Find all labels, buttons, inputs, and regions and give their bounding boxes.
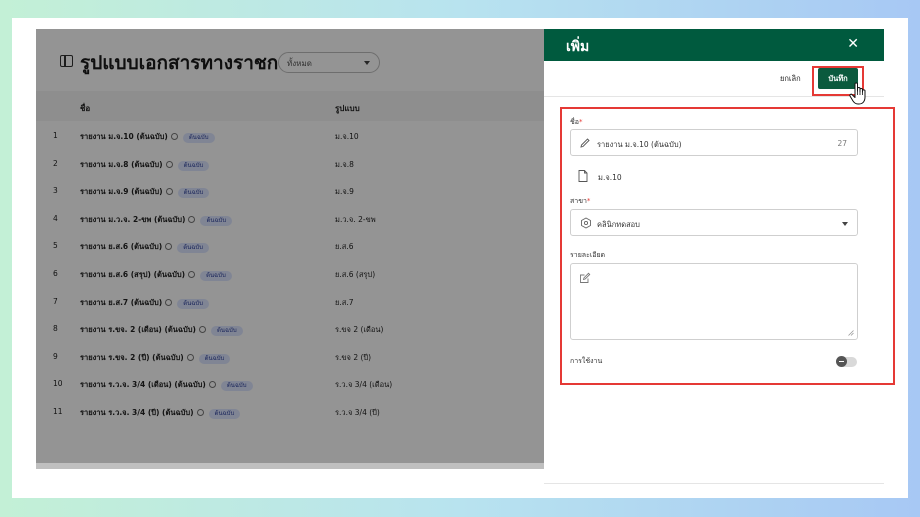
- required-mark: *: [586, 197, 591, 205]
- drawer-header: เพิ่ม ✕: [544, 29, 884, 61]
- required-mark: *: [578, 118, 583, 126]
- resize-grip-icon[interactable]: [848, 330, 854, 336]
- branch-value: คลินิกทดสอบ: [597, 220, 640, 229]
- drawer-title: เพิ่ม: [566, 39, 590, 55]
- modal-overlay[interactable]: [36, 29, 545, 463]
- clinic-icon: [581, 217, 591, 229]
- file-name: ม.จ.10: [598, 173, 622, 182]
- overlay-shadow: [36, 463, 545, 469]
- active-label: การใช้งาน: [570, 357, 603, 365]
- chevron-down-icon: [842, 222, 848, 226]
- toggle-knob: [836, 356, 847, 367]
- document-icon: [578, 170, 588, 182]
- hand-pointer-icon: [849, 82, 866, 105]
- pencil-icon: [580, 138, 590, 148]
- active-toggle[interactable]: [836, 356, 857, 367]
- edit-icon: [580, 272, 591, 283]
- add-drawer: เพิ่ม ✕ ยกเลิก บันทึก ชื่อ* รายงาน ม.จ.1…: [544, 29, 895, 498]
- cancel-button[interactable]: ยกเลิก: [780, 73, 801, 85]
- screenshot-frame: รูปแบบเอกสารทางราชการ ทั้งหมด ชื่อ รูปแบ…: [12, 18, 908, 498]
- name-label-text: ชื่อ: [570, 118, 579, 126]
- close-icon[interactable]: ✕: [847, 36, 859, 52]
- details-textarea[interactable]: [570, 263, 858, 340]
- branch-label-text: สาขา: [570, 197, 587, 205]
- name-input-value: รายงาน ม.จ.10 (ต้นฉบับ): [597, 140, 682, 149]
- name-label: ชื่อ*: [570, 117, 582, 128]
- name-input[interactable]: รายงาน ม.จ.10 (ต้นฉบับ) 27: [570, 129, 858, 156]
- name-char-count: 27: [837, 139, 847, 148]
- details-label: รายละเอียด: [570, 251, 606, 259]
- branch-select[interactable]: คลินิกทดสอบ: [570, 209, 858, 236]
- drawer-divider: [544, 483, 884, 484]
- branch-label: สาขา*: [570, 196, 590, 207]
